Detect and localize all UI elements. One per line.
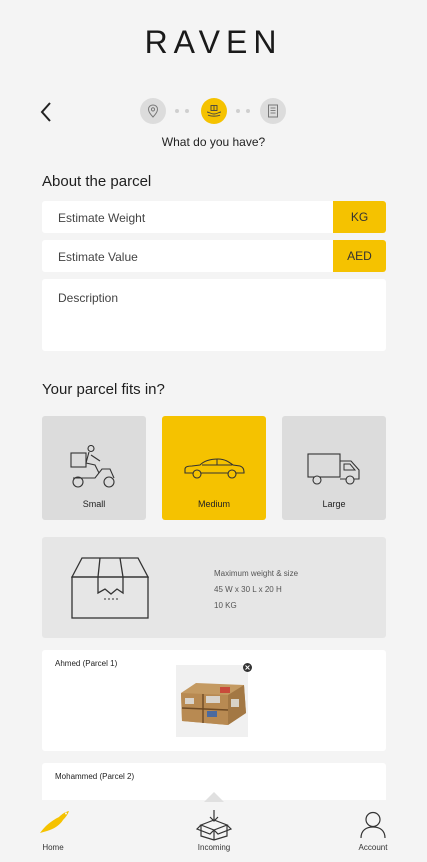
- step-parcel[interactable]: [201, 98, 227, 124]
- size-info-line: Maximum weight & size: [214, 569, 299, 578]
- size-option-medium-label: Medium: [197, 499, 230, 509]
- parcel-photo: [176, 665, 248, 737]
- size-option-small[interactable]: Small: [42, 416, 146, 520]
- tab-incoming-label: Incoming: [197, 843, 231, 852]
- location-pin-icon: [147, 104, 159, 118]
- close-icon: [245, 665, 250, 670]
- size-info-line: 10 KG: [214, 601, 237, 610]
- about-parcel-heading: About the parcel: [42, 173, 152, 190]
- tab-home[interactable]: Home: [22, 800, 84, 862]
- box-icon: [70, 557, 150, 619]
- weight-unit-badge: KG: [333, 201, 386, 233]
- size-option-small-label: Small: [82, 499, 106, 509]
- user-icon: [360, 811, 386, 839]
- step-separator-dot: [185, 109, 189, 113]
- tab-home-label: Home: [42, 843, 64, 852]
- size-option-medium[interactable]: Medium: [162, 416, 266, 520]
- step-caption: What do you have?: [161, 135, 266, 149]
- parcel-hands-icon: [206, 105, 222, 117]
- weight-field: KG: [42, 201, 386, 235]
- value-input[interactable]: [56, 240, 320, 274]
- parcel-owner-name: Ahmed (Parcel 1): [55, 659, 118, 668]
- tab-account[interactable]: Account: [342, 800, 404, 862]
- brand-logo: RAVEN: [144, 24, 283, 60]
- parcel-fits-heading: Your parcel fits in?: [42, 381, 165, 398]
- parcel-card[interactable]: Ahmed (Parcel 1): [42, 650, 386, 751]
- description-input[interactable]: [56, 289, 370, 345]
- value-field: AED: [42, 240, 386, 274]
- step-summary[interactable]: [260, 98, 286, 124]
- remove-photo-button[interactable]: [243, 663, 252, 672]
- description-field: [42, 279, 386, 351]
- step-separator-dot: [246, 109, 250, 113]
- bottom-tab-bar: Home Incoming Account: [0, 792, 427, 862]
- parcel-photo-image: [176, 665, 248, 737]
- tab-account-label: Account: [358, 843, 388, 852]
- tab-incoming[interactable]: Incoming: [183, 800, 245, 862]
- step-separator-dot: [236, 109, 240, 113]
- incoming-box-icon: [196, 810, 232, 841]
- truck-icon: [307, 453, 360, 485]
- back-button[interactable]: [38, 100, 58, 124]
- size-option-large-label: Large: [322, 499, 346, 509]
- size-option-large[interactable]: Large: [282, 416, 386, 520]
- value-unit-badge: AED: [333, 240, 386, 272]
- parcel-owner-name: Mohammed (Parcel 2): [55, 772, 135, 781]
- document-icon: [268, 104, 278, 118]
- size-info-line: 45 W x 30 L x 20 H: [214, 585, 282, 594]
- scooter-delivery-icon: [70, 445, 115, 488]
- weight-input[interactable]: [56, 201, 320, 235]
- size-info-panel: Maximum weight & size 45 W x 30 L x 20 H…: [42, 537, 386, 638]
- step-location[interactable]: [140, 98, 166, 124]
- size-info-text: Maximum weight & size 45 W x 30 L x 20 H…: [214, 566, 298, 614]
- raven-bird-icon: [40, 811, 69, 833]
- step-separator-dot: [175, 109, 179, 113]
- progress-stepper: [140, 98, 288, 124]
- car-icon: [184, 458, 245, 479]
- chevron-left-icon: [40, 102, 51, 122]
